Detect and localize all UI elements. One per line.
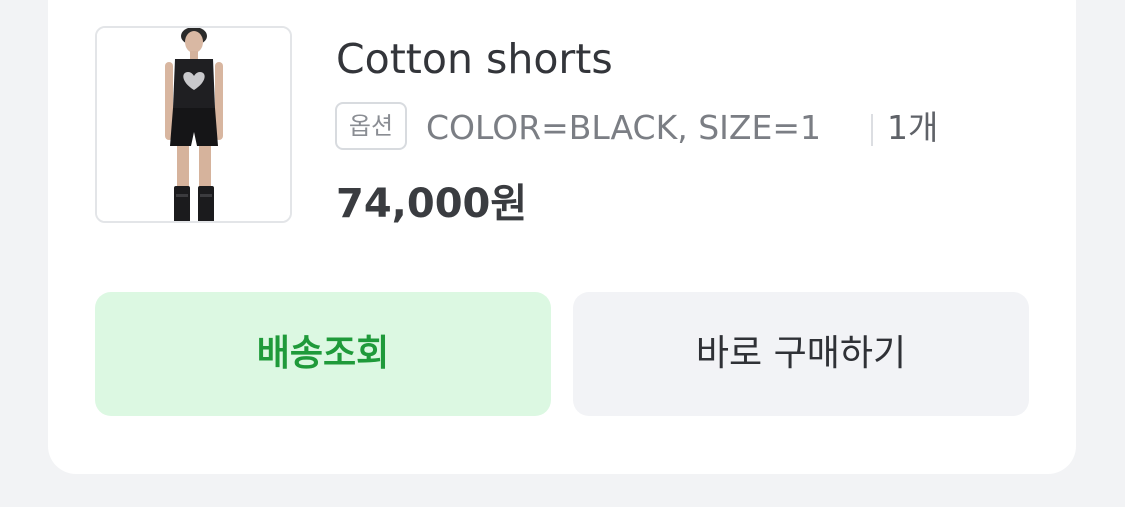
product-price: 74,000원 (336, 181, 528, 227)
buy-now-button[interactable]: 바로 구매하기 (573, 292, 1029, 416)
product-name[interactable]: Cotton shorts (336, 34, 613, 84)
quantity-label: 1개 (887, 108, 939, 147)
product-image (97, 28, 290, 221)
option-value: COLOR=BLACK, SIZE=1 (426, 108, 822, 147)
option-badge: 옵션 (335, 102, 407, 150)
track-delivery-button[interactable]: 배송조회 (95, 292, 551, 416)
product-thumbnail[interactable] (95, 26, 292, 223)
option-divider (871, 114, 873, 146)
